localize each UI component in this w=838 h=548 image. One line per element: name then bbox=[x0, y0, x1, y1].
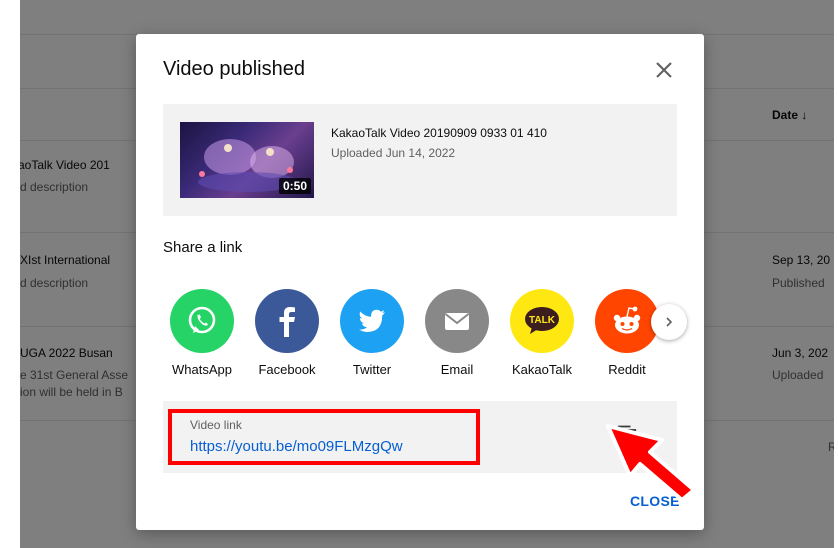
chevron-right-icon bbox=[666, 317, 673, 327]
twitter-icon bbox=[340, 289, 404, 353]
share-label: WhatsApp bbox=[172, 362, 232, 377]
share-twitter-button[interactable]: Twitter bbox=[332, 289, 412, 385]
video-thumbnail[interactable]: 0:50 bbox=[180, 122, 314, 198]
next-arrow-button[interactable] bbox=[651, 304, 687, 340]
share-label: Email bbox=[440, 362, 474, 377]
facebook-icon bbox=[255, 289, 319, 353]
email-icon bbox=[425, 289, 489, 353]
whatsapp-icon bbox=[170, 289, 234, 353]
share-label: KakaoTalk bbox=[512, 362, 572, 377]
page-margin bbox=[0, 0, 20, 548]
duration-badge: 0:50 bbox=[278, 178, 311, 194]
share-label: Twitter bbox=[352, 362, 392, 377]
share-reddit-button[interactable]: Reddit bbox=[587, 289, 667, 385]
video-title: KakaoTalk Video 20190909 0933 01 410 bbox=[331, 126, 547, 140]
share-section-title: Share a link bbox=[163, 239, 243, 256]
close-button[interactable]: CLOSE bbox=[630, 493, 680, 509]
close-icon[interactable] bbox=[650, 56, 678, 84]
reddit-icon bbox=[595, 289, 659, 353]
share-kakaotalk-button[interactable]: TALK KakaoTalk bbox=[502, 289, 582, 385]
video-upload-date: Uploaded Jun 14, 2022 bbox=[331, 146, 456, 160]
copy-icon[interactable] bbox=[613, 423, 641, 451]
page-margin bbox=[834, 0, 838, 548]
kakaotalk-icon: TALK bbox=[510, 289, 574, 353]
video-link-box: Video link https://youtu.be/mo09FLMzgQw bbox=[163, 401, 677, 473]
video-published-dialog: Video published 0:50 KakaoTalk Video 201… bbox=[136, 34, 704, 530]
share-facebook-button[interactable]: Facebook bbox=[247, 289, 327, 385]
share-label: Facebook bbox=[258, 362, 316, 377]
share-email-button[interactable]: Email bbox=[417, 289, 497, 385]
svg-text:TALK: TALK bbox=[529, 315, 556, 326]
dialog-title: Video published bbox=[163, 58, 305, 80]
share-whatsapp-button[interactable]: WhatsApp bbox=[162, 289, 242, 385]
video-card: 0:50 KakaoTalk Video 20190909 0933 01 41… bbox=[163, 104, 677, 216]
video-link-label: Video link bbox=[190, 418, 242, 432]
share-label: Reddit bbox=[608, 362, 646, 377]
video-link-url[interactable]: https://youtu.be/mo09FLMzgQw bbox=[190, 438, 403, 455]
